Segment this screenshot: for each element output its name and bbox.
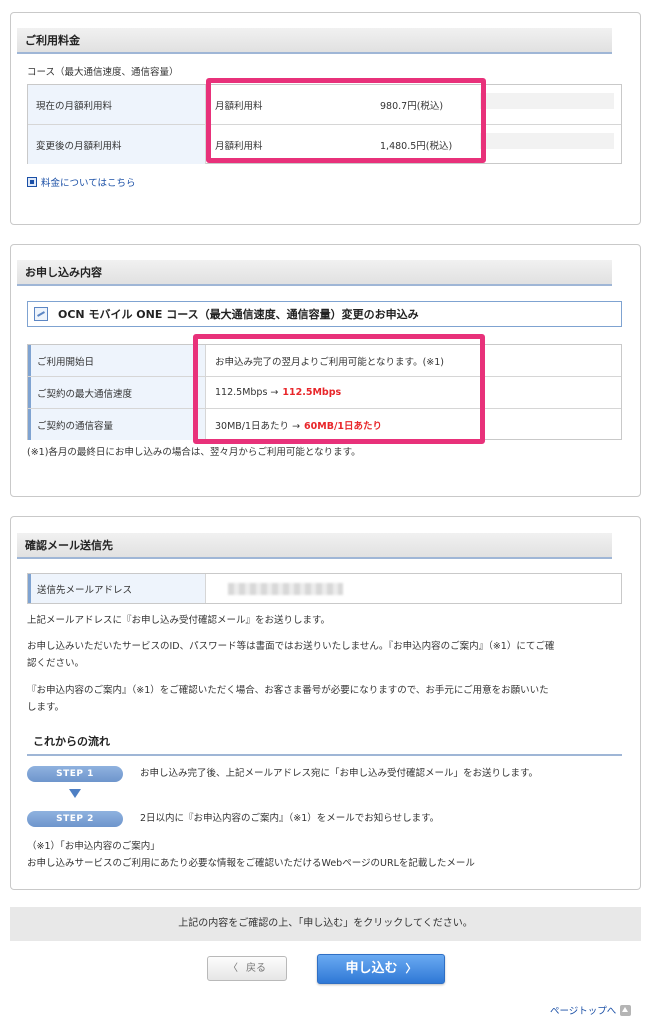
mail-text-1: 上記メールアドレスに『お申し込み受付確認メール』をお送りします。 xyxy=(27,615,331,626)
chevron-right-icon: 〉 xyxy=(405,962,417,975)
speed-after: 112.5Mbps xyxy=(282,387,342,398)
mail-text-3a: 『お申込内容のご案内』（※1）をご確認いただく場合、お客さま番号が必要になります… xyxy=(27,685,549,696)
footnote-1: （※1）「お申込内容のご案内」 xyxy=(27,841,160,852)
course-title-box: OCN モバイル ONE コース（最大通信速度、通信容量）変更のお申込み xyxy=(27,301,622,327)
flow-title: これからの流れ xyxy=(33,735,110,748)
email-table: 送信先メールアドレス xyxy=(27,573,622,604)
fee-row-current: 現在の月額利用料 月額利用料 980.7円(税込) xyxy=(28,85,621,125)
start-date-label: ご利用開始日 xyxy=(28,345,206,376)
email-label: 送信先メールアドレス xyxy=(28,574,206,603)
step-2-text: 2日以内に『お申込内容のご案内』（※1）をメールでお知らせします。 xyxy=(140,813,440,824)
step-2-badge: STEP 2 xyxy=(27,811,123,827)
fee-row-after: 変更後の月額利用料 月額利用料 1,480.5円(税込) xyxy=(28,125,621,164)
speed-value: 112.5Mbps → 112.5Mbps xyxy=(215,377,341,408)
capacity-before: 30MB/1日あたり → xyxy=(215,420,301,432)
mail-text-2b: 認ください。 xyxy=(27,658,85,669)
chevron-left-icon: 〈 xyxy=(228,963,238,974)
arrow-up-icon xyxy=(620,1004,632,1016)
course-label: コース（最大通信速度、通信容量） xyxy=(27,67,179,78)
submit-notice: 上記の内容をご確認の上、「申し込む」をクリックしてください。 xyxy=(10,907,641,941)
capacity-after: 60MB/1日あたり xyxy=(304,420,383,432)
document-icon xyxy=(27,177,37,187)
fee-row-shade xyxy=(480,93,614,109)
footnote-2: お申し込みサービスのご利用にあたり必要な情報をご確認いただけるWebページのUR… xyxy=(27,858,475,869)
document-edit-icon xyxy=(34,307,48,321)
arrow-down-icon xyxy=(69,789,81,798)
flow-title-underline xyxy=(27,754,622,756)
step-1-text: お申し込み完了後、上記メールアドレス宛に「お申し込み受付確認メール」をお送りしま… xyxy=(140,768,539,779)
fee-row-label: 現在の月額利用料 xyxy=(28,85,206,124)
capacity-label: ご契約の通信容量 xyxy=(28,409,206,440)
fee-row-label: 変更後の月額利用料 xyxy=(28,125,206,164)
fee-link-label[interactable]: 料金についてはこちら xyxy=(41,175,136,189)
speed-before: 112.5Mbps → xyxy=(215,387,279,398)
fee-price: 1,480.5円(税込) xyxy=(380,140,453,152)
application-section-title: お申し込み内容 xyxy=(17,260,612,286)
fee-price: 980.7円(税込) xyxy=(380,100,444,112)
start-date-value: お申込み完了の翌月よりご利用可能となります。(※1) xyxy=(215,356,444,368)
speed-row: ご契約の最大通信速度 112.5Mbps → 112.5Mbps xyxy=(28,377,621,409)
application-table: ご利用開始日 お申込み完了の翌月よりご利用可能となります。(※1) ご契約の最大… xyxy=(27,344,622,440)
page-top-label[interactable]: ページトップへ xyxy=(550,1003,616,1017)
fee-table: 現在の月額利用料 月額利用料 980.7円(税込) 変更後の月額利用料 月額利用… xyxy=(27,84,622,164)
mail-text-3b: します。 xyxy=(27,702,65,713)
fee-item: 月額利用料 xyxy=(215,140,263,152)
page-top-link[interactable]: ページトップへ xyxy=(550,1003,632,1017)
fee-item: 月額利用料 xyxy=(215,100,263,112)
start-date-row: ご利用開始日 お申込み完了の翌月よりご利用可能となります。(※1) xyxy=(28,345,621,377)
confirm-mail-section-title: 確認メール送信先 xyxy=(17,533,612,559)
back-button[interactable]: 〈戻る xyxy=(207,956,287,981)
application-note: (※1)各月の最終日にお申し込みの場合は、翌々月からご利用可能となります。 xyxy=(27,447,361,458)
fee-row-shade xyxy=(480,133,614,149)
fee-section-title: ご利用料金 xyxy=(17,28,612,54)
speed-label: ご契約の最大通信速度 xyxy=(28,377,206,408)
back-button-label: 戻る xyxy=(246,963,266,974)
apply-button[interactable]: 申し込む〉 xyxy=(317,954,445,984)
capacity-row: ご契約の通信容量 30MB/1日あたり → 60MB/1日あたり xyxy=(28,409,621,440)
capacity-value: 30MB/1日あたり → 60MB/1日あたり xyxy=(215,409,382,440)
step-1-badge: STEP 1 xyxy=(27,766,123,782)
course-title: OCN モバイル ONE コース（最大通信速度、通信容量）変更のお申込み xyxy=(58,308,419,321)
mail-text-2a: お申し込みいただいたサービスのID、パスワード等は書面ではお送りいたしません。『… xyxy=(27,641,555,652)
email-blurred xyxy=(228,583,343,595)
fee-link[interactable]: 料金についてはこちら xyxy=(27,175,136,189)
apply-button-label: 申し込む xyxy=(345,961,398,976)
